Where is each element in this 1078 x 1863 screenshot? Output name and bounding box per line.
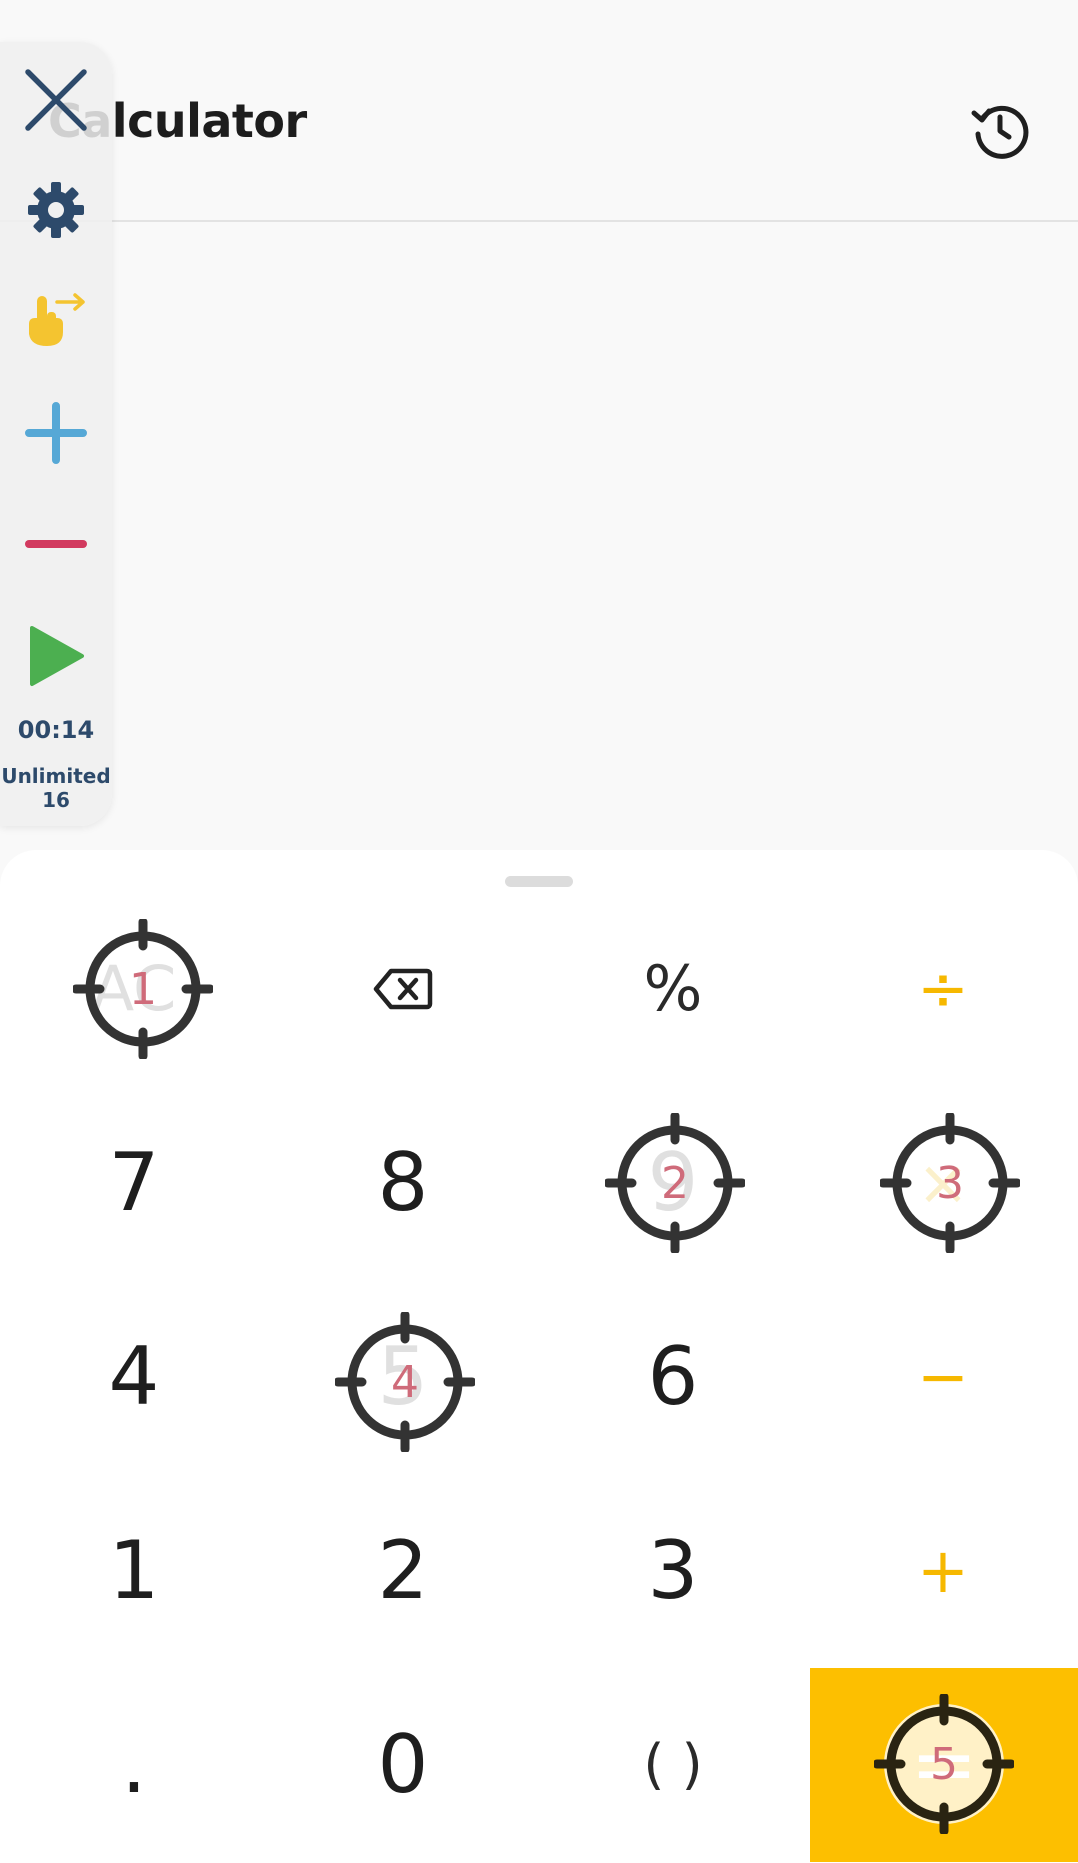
app-header: Calculator — [0, 0, 1078, 222]
gear-icon — [28, 182, 84, 238]
close-icon — [25, 69, 87, 131]
add-target-button[interactable] — [16, 393, 96, 473]
swipe-gesture-icon — [29, 293, 85, 346]
mode-label: Unlimited — [1, 764, 111, 788]
history-icon — [971, 105, 1029, 159]
digit-9-button[interactable]: 9 — [539, 1086, 807, 1280]
calculator-display — [0, 224, 1078, 850]
add-button[interactable]: + — [809, 1474, 1077, 1668]
parentheses-button[interactable]: ( ) — [539, 1668, 807, 1862]
backspace-button[interactable] — [269, 892, 537, 1086]
play-button[interactable] — [16, 616, 96, 696]
digit-3-button[interactable]: 3 — [539, 1474, 807, 1668]
subtract-button[interactable]: − — [809, 1280, 1077, 1474]
settings-button[interactable] — [16, 170, 96, 250]
digit-6-button[interactable]: 6 — [539, 1280, 807, 1474]
minus-icon — [25, 540, 87, 548]
mode-readout: Unlimited 16 — [0, 764, 112, 812]
gesture-button[interactable] — [16, 280, 96, 360]
keypad-sheet: AC % ÷ 7 8 9 × 4 5 6 − 1 2 3 + . 0 () =… — [0, 850, 1078, 1863]
divide-button[interactable]: ÷ — [809, 892, 1077, 1086]
multiply-button[interactable]: × — [809, 1086, 1077, 1280]
decimal-point-button[interactable]: . — [0, 1668, 268, 1862]
percent-button[interactable]: % — [539, 892, 807, 1086]
digit-5-button[interactable]: 5 — [269, 1280, 537, 1474]
mode-count: 16 — [42, 788, 70, 812]
backspace-icon — [373, 968, 433, 1010]
equals-button[interactable]: = — [810, 1668, 1078, 1862]
plus-icon — [25, 402, 87, 464]
digit-4-button[interactable]: 4 — [0, 1280, 268, 1474]
history-button[interactable] — [966, 96, 1034, 164]
digit-1-button[interactable]: 1 — [0, 1474, 268, 1668]
remove-target-button[interactable] — [16, 504, 96, 584]
digit-0-button[interactable]: 0 — [269, 1668, 537, 1862]
digit-8-button[interactable]: 8 — [269, 1086, 537, 1280]
digit-7-button[interactable]: 7 — [0, 1086, 268, 1280]
sheet-drag-handle[interactable] — [505, 876, 573, 887]
close-button[interactable] — [16, 60, 96, 140]
play-icon — [30, 626, 84, 686]
floating-toolbar: 00:14 Unlimited 16 — [0, 42, 112, 826]
timer-readout: 00:14 — [17, 716, 95, 744]
all-clear-button[interactable]: AC — [0, 892, 268, 1086]
digit-2-button[interactable]: 2 — [269, 1474, 537, 1668]
